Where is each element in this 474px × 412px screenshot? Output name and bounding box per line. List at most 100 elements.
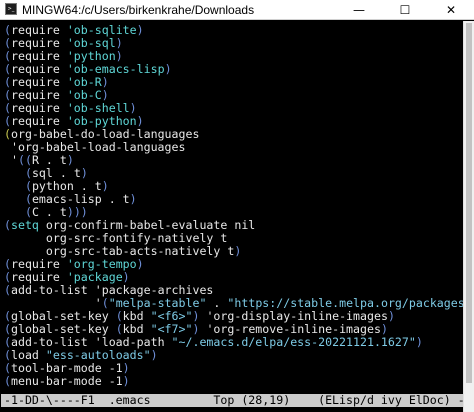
code-token: 'org-tempo [66, 257, 137, 271]
code-token: ) [101, 75, 109, 89]
code-token: "https://stable.melpa.org/packages/" [227, 296, 463, 310]
code-token: ) [387, 309, 395, 323]
code-token: ( [4, 335, 11, 349]
code-token: require [10, 36, 67, 50]
code-token: 'ob-emacs-lisp [66, 62, 165, 76]
code-token: ) [101, 88, 109, 102]
code-token: require [10, 101, 67, 115]
code-token: sql . t [31, 166, 81, 180]
minimize-button[interactable]: — [336, 0, 382, 20]
code-token: ) [136, 114, 144, 128]
code-token: 'ob-sql [66, 36, 116, 50]
code-token: global-set-key [10, 309, 116, 323]
code-token: add-to-list 'package-archives [10, 283, 214, 297]
code-token: add-to-list 'load-path [10, 335, 172, 349]
code-line: (menu-bar-mode -1) [4, 375, 130, 388]
code-token: ( [24, 192, 32, 206]
code-token: 'ob-python [66, 114, 137, 128]
code-token: require [10, 49, 67, 63]
code-token: ( [4, 322, 11, 336]
code-token: R . t [31, 153, 67, 167]
code-token: ) [122, 270, 130, 284]
close-button[interactable]: ✕ [428, 0, 474, 20]
code-token: 'ob-R [66, 75, 102, 89]
code-token: require [10, 270, 67, 284]
code-token: ) [80, 166, 88, 180]
code-token: kbd [122, 309, 151, 323]
code-token: 'package [66, 270, 123, 284]
mode-line: -1-DD-\----F1 .emacs Top (28,19) (ELisp/… [1, 394, 463, 407]
code-token: ) [234, 244, 242, 258]
code-token: python . t [31, 179, 102, 193]
code-token: ' [4, 296, 102, 310]
code-token: ) [164, 62, 172, 76]
code-token: ( [4, 114, 11, 128]
code-token: ) [115, 49, 123, 63]
code-token: ( [24, 179, 32, 193]
code-token: ) [136, 257, 144, 271]
code-token: "ess-autoloads" [45, 348, 151, 362]
code-token: 'org-babel-load-languages [4, 140, 186, 154]
code-token: ( [4, 101, 11, 115]
code-token: require [10, 257, 67, 271]
code-token: "<f7>" [150, 322, 193, 336]
code-token: kbd [122, 322, 151, 336]
code-token: setq [10, 218, 46, 232]
code-token: ) [380, 322, 388, 336]
code-token: load [10, 348, 46, 362]
code-token: 'ob-sqlite [66, 23, 137, 37]
code-token: ( [4, 374, 11, 388]
code-token: C . t [31, 205, 67, 219]
terminal-window: >_ MINGW64:/c/Users/birkenkrahe/Download… [0, 0, 474, 412]
code-token: ) [415, 335, 423, 349]
code-token: require [10, 62, 67, 76]
code-token: 'ob-shell [66, 101, 130, 115]
code-token: require [10, 114, 67, 128]
emacs-buffer[interactable]: -1-DD-\----F1 .emacs Top (28,19) (ELisp/… [1, 21, 463, 412]
code-token: ( [4, 361, 11, 375]
code-token: ( [4, 309, 11, 323]
code-token: ) [129, 192, 137, 206]
code-token: ( [4, 88, 11, 102]
code-token: global-set-key [10, 322, 116, 336]
code-token: (( [17, 153, 32, 167]
code-token: ( [115, 309, 123, 323]
code-token: org-confirm-babel-evaluate nil [45, 218, 256, 232]
code-token: ( [4, 283, 11, 297]
code-token: ))) [66, 205, 88, 219]
code-token: emacs-lisp . t [31, 192, 130, 206]
maximize-button[interactable]: ☐ [382, 0, 428, 20]
code-token: ) [129, 101, 137, 115]
code-token: tool-bar-mode -1 [10, 361, 123, 375]
code-token: ( [4, 348, 11, 362]
code-token: ) [122, 374, 130, 388]
code-token: ) [115, 36, 123, 50]
code-token: ( [4, 218, 11, 232]
code-token: require [10, 23, 67, 37]
code-token: "melpa-stable" [108, 296, 207, 310]
code-token: ( [4, 23, 11, 37]
scrollbar-thumb[interactable] [466, 23, 472, 383]
code-token: 'org-display-inline-images [199, 309, 388, 323]
code-token: org-src-tab-acts-natively t [4, 244, 235, 258]
code-token: require [10, 75, 67, 89]
code-token: org-babel-do-load-languages [10, 127, 200, 141]
code-token: ) [101, 179, 109, 193]
code-token: ( [115, 322, 123, 336]
code-token: ( [4, 62, 11, 76]
code-token: 'python [66, 49, 116, 63]
scrollbar[interactable] [463, 21, 474, 412]
code-token: ( [4, 270, 11, 284]
code-token: ( [4, 36, 11, 50]
mode-line-text: -1-DD-\----F1 .emacs Top (28,19) (ELisp/… [4, 393, 463, 407]
title-bar[interactable]: >_ MINGW64:/c/Users/birkenkrahe/Download… [0, 0, 474, 20]
code-token: ( [24, 205, 32, 219]
code-token: ) [66, 153, 74, 167]
code-token: ) [136, 23, 144, 37]
code-token: ' [4, 153, 18, 167]
terminal-icon: >_ [5, 3, 17, 15]
